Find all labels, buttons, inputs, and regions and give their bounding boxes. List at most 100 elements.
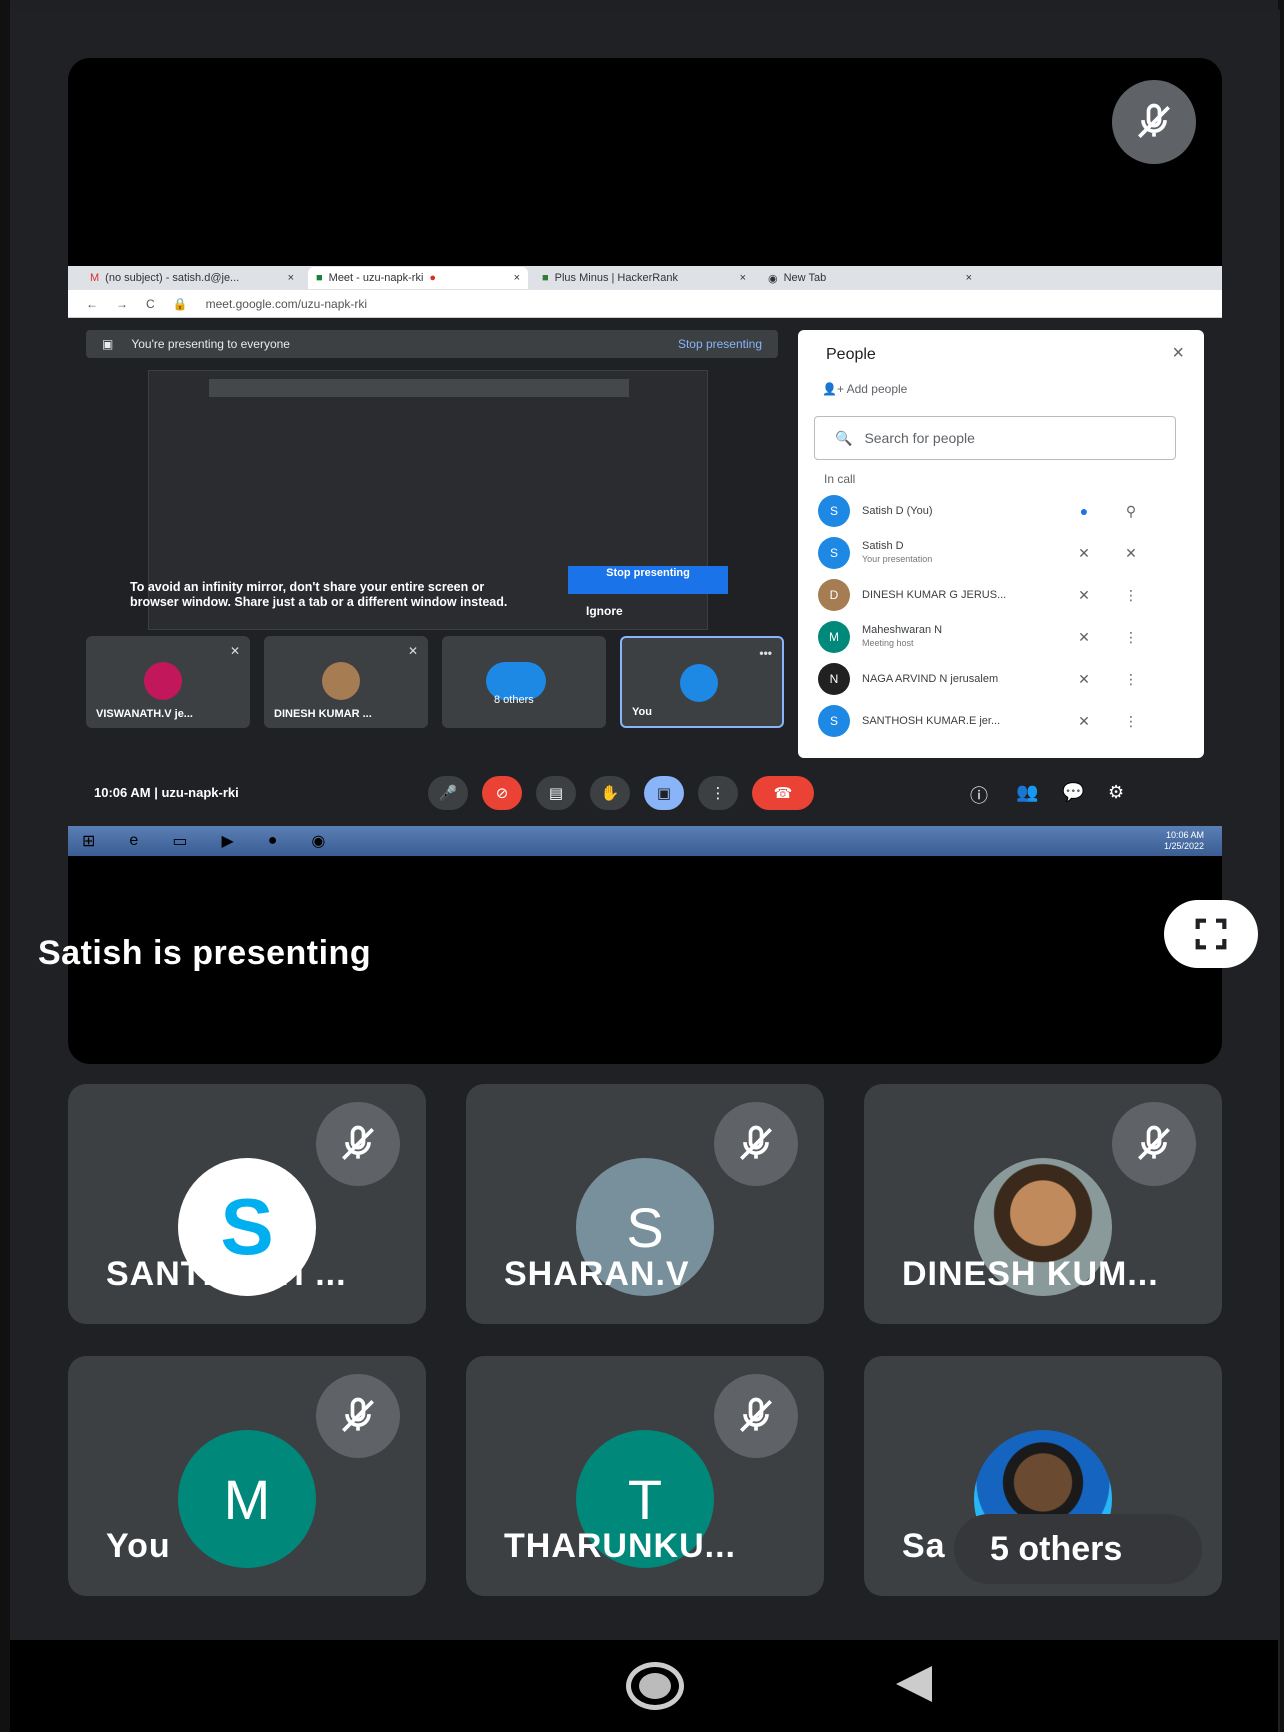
ie-icon[interactable]: e (129, 832, 138, 850)
ignore-button[interactable]: Ignore (586, 604, 623, 618)
close-icon[interactable]: × (1172, 342, 1184, 365)
more-vert-icon[interactable]: ⋮ (1116, 671, 1146, 688)
more-icon[interactable]: ● (1064, 503, 1104, 519)
mic-button[interactable]: 🎤 (428, 776, 468, 810)
add-people-label: Add people (846, 382, 908, 396)
people-title: People (826, 346, 876, 363)
media-icon[interactable]: ▶ (221, 831, 233, 851)
firefox-icon[interactable]: ● (268, 832, 278, 850)
pin-icon[interactable]: ⚲ (1116, 503, 1146, 520)
others-pill[interactable]: 5 others (954, 1514, 1202, 1584)
tab-label: Plus Minus | HackerRank (554, 272, 678, 284)
taskbar-date: 1/25/2022 (1163, 841, 1204, 851)
more-vert-icon[interactable]: ⋮ (1116, 629, 1146, 646)
meet-window: ▣ You're presenting to everyone Stop pre… (68, 318, 1222, 856)
end-call-button[interactable]: ☎ (752, 776, 814, 810)
taskbar-time: 10:06 AM (1165, 830, 1204, 840)
more-icon: ••• (759, 646, 772, 660)
shared-screen: M (no subject) - satish.d@je... × ■ Meet - … (68, 266, 1222, 856)
list-item[interactable]: D DINESH KUMAR G JERUS... ✕ ⋮ (818, 574, 1178, 616)
person-name-text: NAGA ARVIND N jerusalem (862, 672, 999, 685)
person-name-text: DINESH KUMAR G JERUS... (862, 588, 1007, 601)
info-icon[interactable]: ⓘ (970, 782, 988, 808)
list-item[interactable]: S Satish D Your presentation ✕ ✕ (818, 532, 1178, 574)
participant-name: SHARAN.V (504, 1255, 690, 1293)
presentation-stage[interactable]: M (no subject) - satish.d@je... × ■ Meet - … (68, 58, 1222, 1064)
back-icon[interactable] (896, 1666, 932, 1702)
home-icon[interactable] (626, 1662, 684, 1710)
raise-hand-button[interactable]: ✋ (590, 776, 630, 810)
url-text[interactable]: meet.google.com/uzu-napk-rki (206, 297, 367, 311)
person-subtitle: Meeting host (862, 638, 914, 648)
present-icon: ▣ (102, 337, 114, 351)
mic-off-icon (316, 1374, 400, 1458)
person-subtitle: Your presentation (862, 554, 933, 564)
more-vert-icon[interactable]: ⋮ (1116, 713, 1146, 730)
back-icon[interactable]: ← (86, 297, 98, 311)
tile-name: 8 others (494, 694, 534, 706)
windows-taskbar: ⊞ e ▭ ▶ ● ◉ 10:06 AM 1/25/2022 (68, 826, 1222, 856)
more-vert-icon[interactable]: ⋮ (1116, 587, 1146, 604)
mini-tile[interactable]: 8 others (442, 636, 606, 728)
people-icon[interactable]: 👥 (1016, 782, 1038, 803)
present-button[interactable]: ▣ (644, 776, 684, 810)
participant-name: Sa (902, 1527, 946, 1565)
add-people-button[interactable]: 👤+ Add people (822, 382, 907, 396)
reload-icon[interactable]: C (146, 297, 155, 311)
mic-off-icon: ✕ (407, 644, 418, 658)
pin-off-icon[interactable]: ✕ (1116, 545, 1146, 562)
start-icon[interactable]: ⊞ (82, 831, 95, 851)
meeting-info: 10:06 AM | uzu-napk-rki (94, 784, 239, 800)
browser-tab[interactable]: ■ Plus Minus | HackerRank × (534, 267, 754, 289)
person-name-text: Maheshwaran N (862, 624, 943, 636)
people-panel: People × 👤+ Add people 🔍 Search for peopl… (798, 330, 1204, 758)
stop-presenting-button[interactable]: Stop presenting (568, 566, 728, 594)
tab-close-icon[interactable]: × (514, 272, 520, 284)
stop-presenting-link[interactable]: Stop presenting (678, 337, 762, 351)
mini-tile[interactable]: ✕ DINESH KUMAR ... (264, 636, 428, 728)
mini-tile[interactable]: ✕ VISWANATH.V je... (86, 636, 250, 728)
search-input[interactable]: 🔍 Search for people (814, 416, 1176, 460)
people-list: S Satish D (You) ● ⚲ S Satish D Your presenta… (818, 490, 1178, 742)
list-item[interactable]: S Satish D (You) ● ⚲ (818, 490, 1178, 532)
mic-off-icon (1112, 80, 1196, 164)
mini-tile[interactable]: ••• You (620, 636, 784, 728)
browser-tab[interactable]: M (no subject) - satish.d@je... × (82, 267, 302, 289)
list-item[interactable]: N NAGA ARVIND N jerusalem ✕ ⋮ (818, 658, 1178, 700)
tab-close-icon[interactable]: × (966, 272, 972, 284)
activities-icon[interactable]: ⚙ (1108, 782, 1124, 803)
chat-icon[interactable]: 💬 (1062, 782, 1084, 803)
mic-off-icon (316, 1102, 400, 1186)
avatar: D (818, 579, 850, 611)
more-options-button[interactable]: ⋮ (698, 776, 738, 810)
taskbar-clock: 10:06 AM 1/25/2022 (1164, 830, 1204, 852)
tab-close-icon[interactable]: × (740, 272, 746, 284)
tab-label: New Tab (783, 272, 827, 284)
chrome-icon[interactable]: ◉ (311, 831, 325, 851)
browser-tab[interactable]: ◉ New Tab × (760, 267, 980, 289)
captions-button[interactable]: ▤ (536, 776, 576, 810)
browser-tab[interactable]: ■ Meet - uzu-napk-rki ● × (308, 267, 528, 289)
address-bar[interactable]: ← → C 🔒 meet.google.com/uzu-napk-rki (68, 290, 1222, 318)
participant-tile[interactable]: T THARUNKU... (466, 1356, 824, 1596)
person-name: NAGA ARVIND N jerusalem (862, 673, 1052, 686)
mic-off-icon: ✕ (1078, 670, 1090, 687)
list-item[interactable]: S SANTHOSH KUMAR.E jer... ✕ ⋮ (818, 700, 1178, 742)
participant-name: DINESH KUM... (902, 1255, 1159, 1293)
participant-tile[interactable]: Sa 5 others (864, 1356, 1222, 1596)
search-placeholder: Search for people (864, 430, 975, 446)
fullscreen-icon (1195, 918, 1227, 950)
list-item[interactable]: M Maheshwaran N Meeting host ✕ ⋮ (818, 616, 1178, 658)
mic-off-icon (714, 1374, 798, 1458)
participant-tile[interactable]: S SANTHOSH ... (68, 1084, 426, 1324)
forward-icon[interactable]: → (116, 297, 128, 311)
fullscreen-button[interactable] (1164, 900, 1258, 968)
folder-icon[interactable]: ▭ (172, 831, 187, 851)
tile-name: VISWANATH.V je... (96, 708, 193, 720)
participant-tile[interactable]: DINESH KUM... (864, 1084, 1222, 1324)
participant-tile[interactable]: S SHARAN.V (466, 1084, 824, 1324)
participant-name: You (106, 1527, 171, 1565)
participant-tile[interactable]: M You (68, 1356, 426, 1596)
tab-close-icon[interactable]: × (288, 272, 294, 284)
camera-off-button[interactable]: ⊘ (482, 776, 522, 810)
